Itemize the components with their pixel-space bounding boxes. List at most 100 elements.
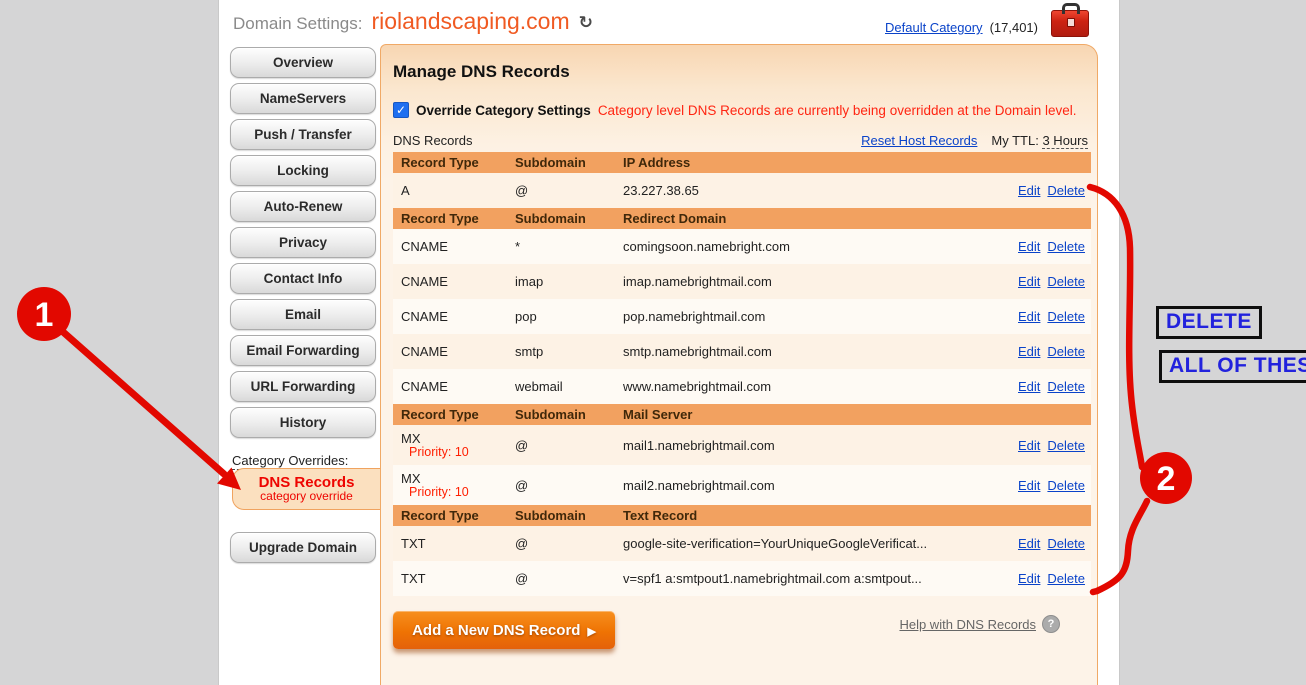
edit-link[interactable]: Edit bbox=[1018, 309, 1040, 324]
record-value: 23.227.38.65 bbox=[623, 183, 973, 198]
delete-link[interactable]: Delete bbox=[1047, 379, 1085, 394]
delete-link[interactable]: Delete bbox=[1047, 239, 1085, 254]
dns-records-table: Record TypeSubdomainIP AddressA@23.227.3… bbox=[393, 152, 1091, 596]
record-type: A bbox=[401, 183, 515, 198]
override-checkbox[interactable]: ✓ bbox=[393, 102, 409, 118]
note-delete: DELETE bbox=[1156, 306, 1262, 339]
column-header: IP Address bbox=[623, 155, 973, 170]
sidebar-item-overview[interactable]: Overview bbox=[230, 47, 376, 78]
edit-link[interactable]: Edit bbox=[1018, 478, 1040, 493]
help-dns-records-link[interactable]: Help with DNS Records bbox=[899, 617, 1036, 632]
table-section-header: Record TypeSubdomainIP Address bbox=[393, 152, 1091, 173]
step2-badge: 2 bbox=[1140, 452, 1192, 504]
override-checkbox-label: Override Category Settings bbox=[416, 103, 591, 118]
delete-link[interactable]: Delete bbox=[1047, 438, 1085, 453]
ttl-value[interactable]: 3 Hours bbox=[1042, 133, 1088, 149]
delete-link[interactable]: Delete bbox=[1047, 344, 1085, 359]
sidebar-item-auto-renew[interactable]: Auto-Renew bbox=[230, 191, 376, 222]
edit-link[interactable]: Edit bbox=[1018, 379, 1040, 394]
delete-link[interactable]: Delete bbox=[1047, 274, 1085, 289]
sidebar-item-url-forwarding[interactable]: URL Forwarding bbox=[230, 371, 376, 402]
sidebar-item-locking[interactable]: Locking bbox=[230, 155, 376, 186]
subdomain: @ bbox=[515, 571, 623, 586]
column-header: Subdomain bbox=[515, 407, 623, 422]
sidebar-item-push-transfer[interactable]: Push / Transfer bbox=[230, 119, 376, 150]
default-category-link[interactable]: Default Category bbox=[885, 20, 983, 35]
record-type: TXT bbox=[401, 571, 515, 586]
sidebar-item-dns-records[interactable]: DNS Records category override bbox=[232, 468, 380, 510]
sidebar: Overview NameServers Push / Transfer Lockin… bbox=[230, 47, 376, 476]
subdomain: * bbox=[515, 239, 623, 254]
sidebar-item-upgrade-domain[interactable]: Upgrade Domain bbox=[230, 532, 376, 563]
dns-records-caption: DNS Records bbox=[393, 133, 472, 148]
page-title: Domain Settings: bbox=[233, 14, 362, 34]
category-override-sublabel: category override bbox=[260, 490, 353, 503]
edit-link[interactable]: Edit bbox=[1018, 536, 1040, 551]
subdomain: @ bbox=[515, 438, 623, 453]
record-type: CNAME bbox=[401, 274, 515, 289]
record-type: CNAME bbox=[401, 309, 515, 324]
toolbox-icon[interactable] bbox=[1051, 10, 1089, 37]
edit-link[interactable]: Edit bbox=[1018, 183, 1040, 198]
help-question-icon[interactable]: ? bbox=[1042, 615, 1060, 633]
record-type: CNAME bbox=[401, 344, 515, 359]
delete-link[interactable]: Delete bbox=[1047, 309, 1085, 324]
table-section-header: Record TypeSubdomainRedirect Domain bbox=[393, 208, 1091, 229]
sidebar-item-email[interactable]: Email bbox=[230, 299, 376, 330]
edit-link[interactable]: Edit bbox=[1018, 571, 1040, 586]
subdomain: @ bbox=[515, 478, 623, 493]
record-type: CNAME bbox=[401, 239, 515, 254]
subdomain: webmail bbox=[515, 379, 623, 394]
delete-link[interactable]: Delete bbox=[1047, 478, 1085, 493]
column-header: Record Type bbox=[401, 211, 515, 226]
record-value: google-site-verification=YourUniqueGoogl… bbox=[623, 536, 973, 551]
refresh-icon[interactable]: ↻ bbox=[579, 13, 593, 33]
mx-priority: Priority: 10 bbox=[409, 486, 515, 499]
table-row: TXT@v=spf1 a:smtpout1.namebrightmail.com… bbox=[393, 561, 1091, 596]
delete-link[interactable]: Delete bbox=[1047, 536, 1085, 551]
table-section-header: Record TypeSubdomainMail Server bbox=[393, 404, 1091, 425]
record-type: MX bbox=[401, 471, 515, 486]
edit-link[interactable]: Edit bbox=[1018, 344, 1040, 359]
manage-dns-panel: Manage DNS Records ✓ Override Category S… bbox=[380, 44, 1098, 685]
sidebar-item-nameservers[interactable]: NameServers bbox=[230, 83, 376, 114]
sidebar-item-contact-info[interactable]: Contact Info bbox=[230, 263, 376, 294]
record-value: mail2.namebrightmail.com bbox=[623, 478, 973, 493]
sidebar-item-privacy[interactable]: Privacy bbox=[230, 227, 376, 258]
column-header: Record Type bbox=[401, 508, 515, 523]
edit-link[interactable]: Edit bbox=[1018, 274, 1040, 289]
subdomain: @ bbox=[515, 536, 623, 551]
record-value: v=spf1 a:smtpout1.namebrightmail.com a:s… bbox=[623, 571, 973, 586]
arrow-right-icon: ▶ bbox=[587, 625, 595, 638]
table-row: MXPriority: 10@mail2.namebrightmail.com E… bbox=[393, 465, 1091, 505]
override-row: ✓ Override Category Settings Category le… bbox=[393, 102, 1088, 118]
reset-host-records-link[interactable]: Reset Host Records bbox=[861, 133, 977, 148]
column-header: Subdomain bbox=[515, 508, 623, 523]
record-value: www.namebrightmail.com bbox=[623, 379, 973, 394]
edit-link[interactable]: Edit bbox=[1018, 239, 1040, 254]
column-header: Text Record bbox=[623, 508, 973, 523]
footer-row: Add a New DNS Record ▶ Help with DNS Rec… bbox=[393, 611, 1088, 649]
dns-records-label: DNS Records bbox=[259, 475, 355, 490]
table-row: CNAMEsmtpsmtp.namebrightmail.comEditDele… bbox=[393, 334, 1091, 369]
delete-link[interactable]: Delete bbox=[1047, 183, 1085, 198]
sidebar-item-history[interactable]: History bbox=[230, 407, 376, 438]
subdomain: @ bbox=[515, 183, 623, 198]
records-toolbar: DNS Records Reset Host Records My TTL: 3… bbox=[393, 133, 1088, 148]
record-type: TXT bbox=[401, 536, 515, 551]
record-value: imap.namebrightmail.com bbox=[623, 274, 973, 289]
table-row: A@23.227.38.65 Edit Delete bbox=[393, 173, 1091, 208]
delete-link[interactable]: Delete bbox=[1047, 571, 1085, 586]
edit-link[interactable]: Edit bbox=[1018, 438, 1040, 453]
ttl-label: My TTL: 3 Hours bbox=[991, 133, 1088, 148]
header-right: Default Category (17,401) bbox=[885, 18, 1089, 37]
sidebar-item-email-forwarding[interactable]: Email Forwarding bbox=[230, 335, 376, 366]
default-category-count: (17,401) bbox=[990, 20, 1038, 35]
column-header: Mail Server bbox=[623, 407, 973, 422]
column-header: Redirect Domain bbox=[623, 211, 973, 226]
subdomain: pop bbox=[515, 309, 623, 324]
record-value: mail1.namebrightmail.com bbox=[623, 438, 973, 453]
record-value: smtp.namebrightmail.com bbox=[623, 344, 973, 359]
domain-name: riolandscaping.com bbox=[371, 8, 569, 35]
add-dns-record-button[interactable]: Add a New DNS Record ▶ bbox=[393, 611, 615, 649]
